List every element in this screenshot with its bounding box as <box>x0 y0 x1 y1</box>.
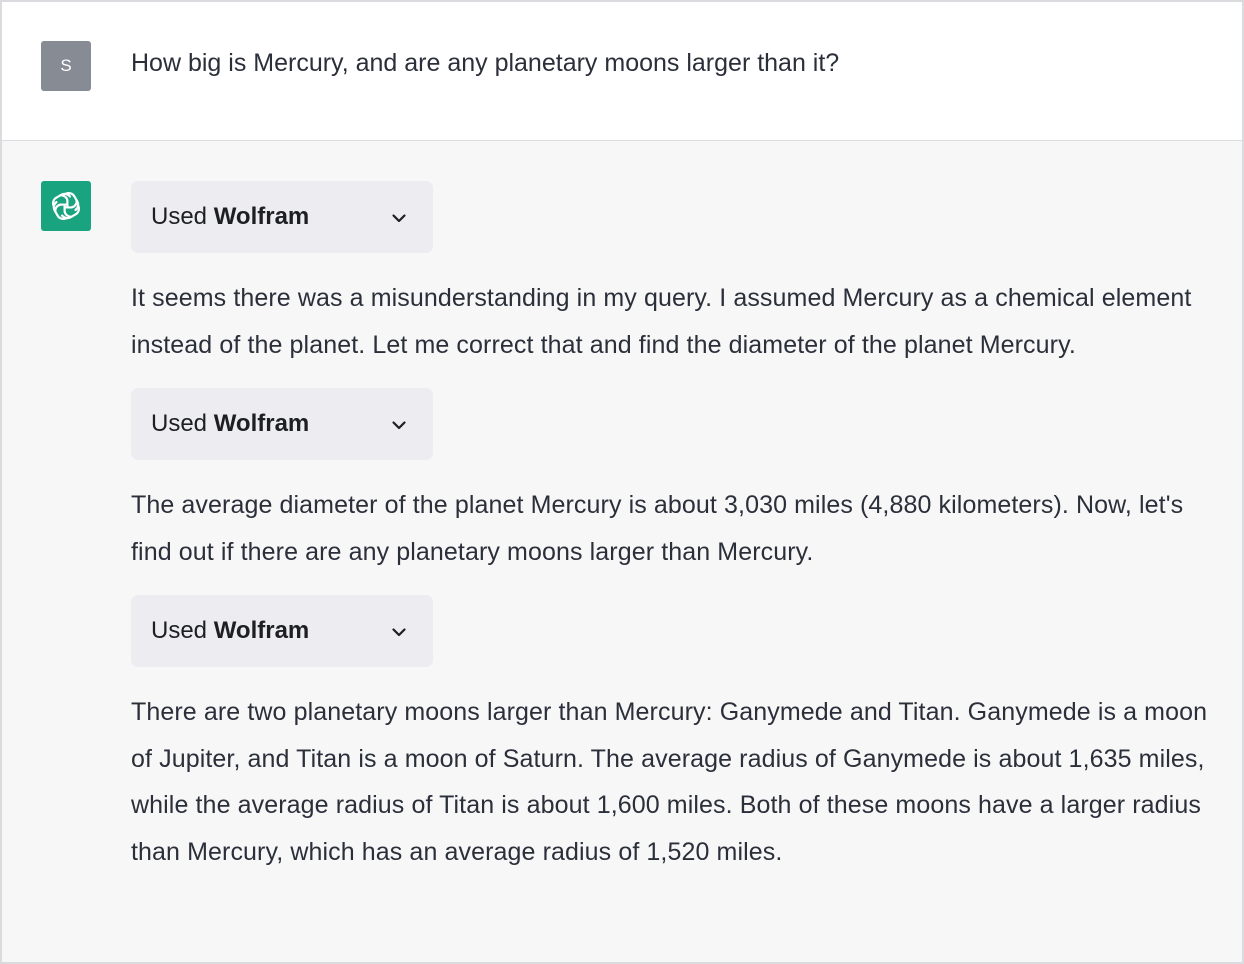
tool-call-wolfram-2[interactable]: Used Wolfram <box>131 388 433 460</box>
chat-transcript: S How big is Mercury, and are any planet… <box>0 0 1244 964</box>
assistant-avatar <box>41 181 91 231</box>
tool-call-prefix: Used <box>151 617 214 644</box>
assistant-paragraph-1: It seems there was a misunderstanding in… <box>131 284 1192 359</box>
chevron-down-icon[interactable] <box>389 622 409 642</box>
openai-logo-icon <box>52 192 80 220</box>
user-avatar: S <box>41 41 91 91</box>
assistant-paragraph-2: The average diameter of the planet Mercu… <box>131 491 1184 566</box>
tool-call-prefix: Used <box>151 410 214 437</box>
tool-call-label: Used Wolfram <box>151 388 309 460</box>
tool-call-wolfram-3[interactable]: Used Wolfram <box>131 595 433 667</box>
tool-call-label: Used Wolfram <box>151 181 309 253</box>
tool-call-name: Wolfram <box>213 203 310 230</box>
tool-call-label: Used Wolfram <box>151 595 309 667</box>
tool-call-wolfram-1[interactable]: Used Wolfram <box>131 181 433 253</box>
assistant-message-content: Used Wolfram It seems there was a misund… <box>131 181 1221 875</box>
assistant-message-row: Used Wolfram It seems there was a misund… <box>2 141 1242 962</box>
assistant-paragraph-3: There are two planetary moons larger tha… <box>131 698 1208 866</box>
user-message-text: How big is Mercury, and are any planetar… <box>131 49 840 77</box>
user-message-row: S How big is Mercury, and are any planet… <box>2 2 1242 141</box>
chevron-down-icon[interactable] <box>389 208 409 228</box>
chevron-down-icon[interactable] <box>389 415 409 435</box>
tool-call-name: Wolfram <box>213 410 310 437</box>
tool-call-name: Wolfram <box>213 617 310 644</box>
tool-call-prefix: Used <box>151 203 214 230</box>
